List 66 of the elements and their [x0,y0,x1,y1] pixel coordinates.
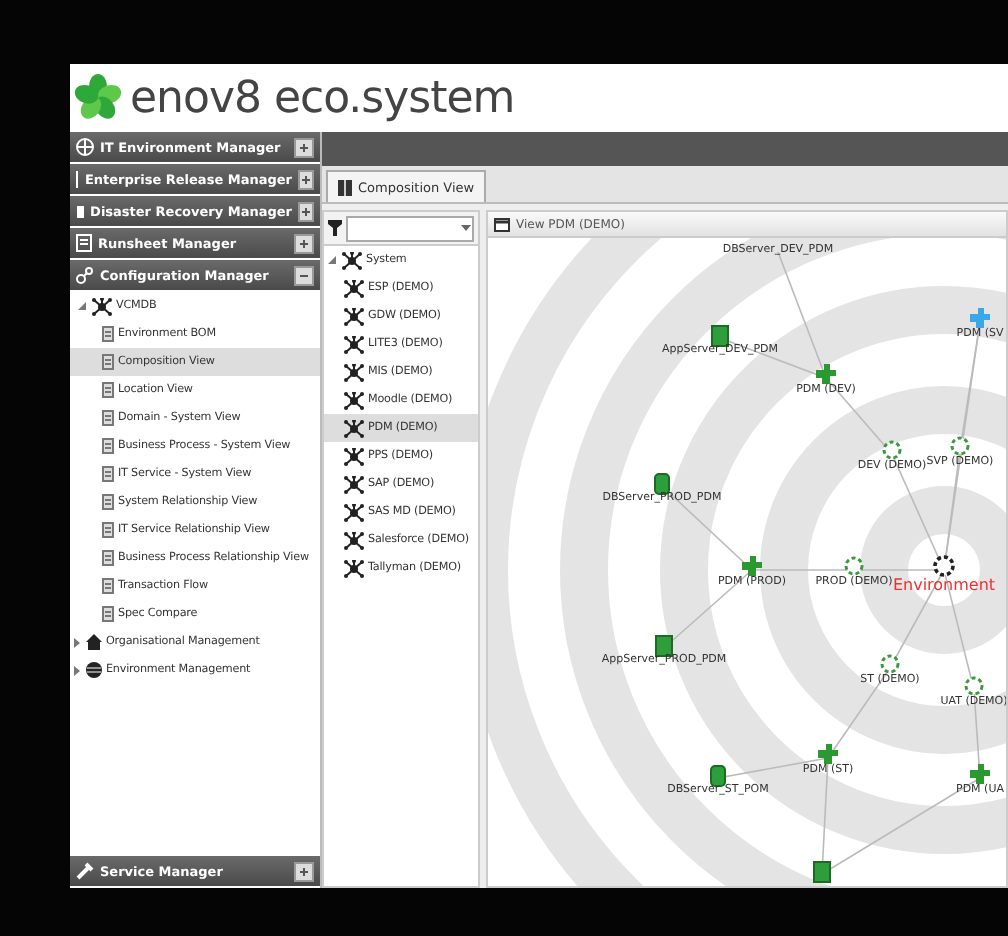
document-icon [102,354,114,370]
network-icon [344,447,364,465]
document-icon [102,550,114,566]
expand-button[interactable] [298,169,314,189]
minus-icon [298,269,310,281]
expanded-arrow-icon[interactable] [78,301,88,311]
network-icon [344,279,364,297]
checklist-icon [76,234,92,252]
network-icon [344,363,364,381]
plus-icon [298,865,310,877]
network-icon [344,531,364,549]
expanded-arrow-icon[interactable] [328,255,338,265]
network-icon [344,475,364,493]
component-icon[interactable] [818,744,838,764]
server-icon[interactable] [655,635,673,657]
environment-icon[interactable] [880,654,900,674]
plus-icon [298,141,310,153]
collapsed-arrow-icon[interactable] [72,637,82,647]
network-icon [344,419,364,437]
collapse-button[interactable] [294,265,314,285]
document-icon [102,606,114,622]
collapsed-arrow-icon[interactable] [72,665,82,675]
globe-icon [76,138,94,156]
document-icon [102,410,114,426]
document-icon [102,578,114,594]
expand-button[interactable] [294,861,314,881]
environment-icon[interactable] [950,436,970,456]
nodes-icon [76,266,94,284]
wrench-icon [76,862,94,880]
expand-button[interactable] [294,233,314,253]
database-icon [86,662,102,678]
root-icon[interactable] [933,555,955,577]
network-icon [92,297,112,315]
environment-icon[interactable] [844,556,864,576]
component-icon[interactable] [816,364,836,384]
server-icon[interactable] [711,325,729,347]
network-icon [344,503,364,521]
network-icon [344,559,364,577]
logo-text: enov8 eco.system [130,73,515,123]
component-icon[interactable] [970,764,990,784]
environment-icon[interactable] [882,440,902,460]
house-icon [86,634,102,650]
network-icon [344,335,364,353]
caret-icon [460,224,472,232]
plus-icon [300,173,312,185]
plus-icon [300,205,312,217]
document-icon [102,382,114,398]
database-icon[interactable] [710,765,726,787]
document-icon [102,466,114,482]
database-icon[interactable] [654,473,670,495]
document-icon [102,326,114,342]
document-icon [102,494,114,510]
document-icon [102,438,114,454]
component-icon[interactable] [742,556,762,576]
network-icon [344,391,364,409]
environment-icon[interactable] [964,676,984,696]
expand-button[interactable] [294,137,314,157]
plus-icon [298,237,310,249]
filter-icon[interactable] [328,220,342,236]
network-icon [344,307,364,325]
expand-button[interactable] [298,201,314,221]
window-icon [494,217,510,231]
node-label: Environment [892,576,996,594]
logo-icon [74,74,122,122]
document-icon [102,522,114,538]
network-icon [342,251,362,269]
